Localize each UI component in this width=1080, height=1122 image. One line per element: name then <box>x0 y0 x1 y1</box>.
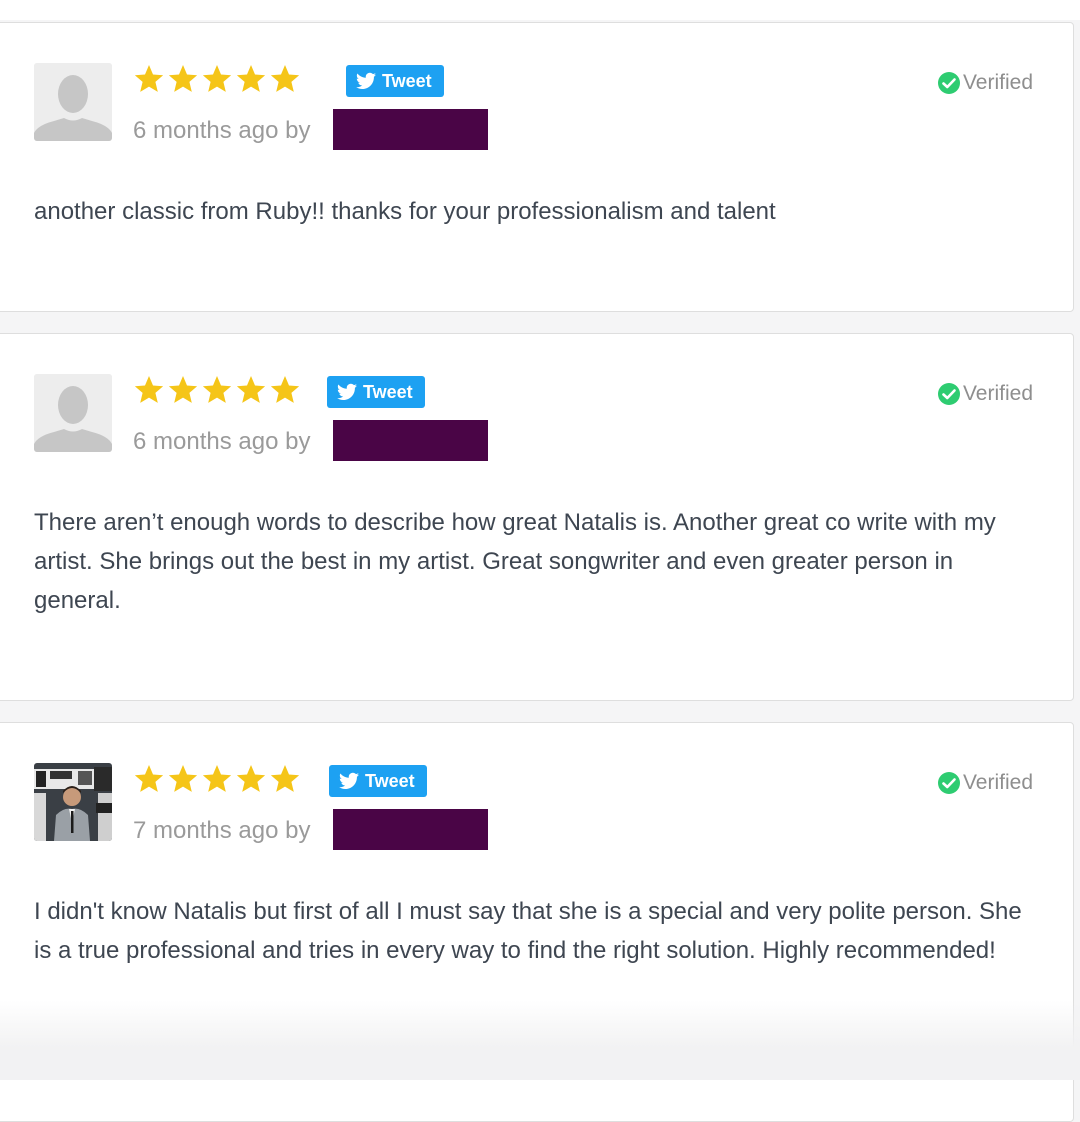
review-time: 7 months ago by <box>133 817 311 844</box>
star-icon <box>134 376 164 403</box>
redacted-reviewer-name <box>333 809 488 850</box>
star-icon <box>236 376 266 403</box>
review-text: There aren’t enough words to describe ho… <box>34 509 996 614</box>
tweet-label: Tweet <box>363 381 413 402</box>
star-icon <box>270 765 300 792</box>
verified-label: Verified <box>962 771 1033 794</box>
twitter-bird-icon <box>339 772 359 789</box>
star-icon <box>270 65 300 92</box>
star-rating <box>133 63 301 95</box>
redacted-reviewer-name <box>333 109 488 150</box>
star-icon <box>134 765 164 792</box>
star-icon <box>236 765 266 792</box>
review-card: Tweet Verified 6 months ago by another c… <box>0 22 1074 312</box>
twitter-bird-icon <box>356 72 376 89</box>
star-icon <box>202 765 232 792</box>
person-silhouette-icon <box>34 374 112 452</box>
verified-badge: Verified <box>937 382 1033 406</box>
user-photo-image <box>34 763 112 841</box>
star-icon <box>270 376 300 403</box>
star-rating <box>133 763 301 795</box>
review-time: 6 months ago by <box>133 117 311 144</box>
star-icon <box>202 376 232 403</box>
tweet-button[interactable]: Tweet <box>329 765 427 797</box>
check-circle-icon <box>937 72 960 94</box>
verified-label: Verified <box>962 71 1033 94</box>
review-time: 6 months ago by <box>133 428 311 455</box>
star-icon <box>168 765 198 792</box>
twitter-bird-icon <box>337 383 357 400</box>
review-card: Tweet Verified 7 months ago by I didn't … <box>0 722 1074 1122</box>
tweet-button[interactable]: Tweet <box>327 376 425 408</box>
verified-badge: Verified <box>937 771 1033 795</box>
tweet-label: Tweet <box>365 770 415 791</box>
verified-label: Verified <box>962 382 1033 405</box>
page-top-strip <box>0 0 1080 20</box>
review-card: Tweet Verified 6 months ago by There are… <box>0 333 1074 701</box>
redacted-reviewer-name <box>333 420 488 461</box>
star-icon <box>236 65 266 92</box>
verified-badge: Verified <box>937 71 1033 95</box>
star-icon <box>168 376 198 403</box>
user-photo-avatar <box>34 763 112 841</box>
tweet-button[interactable]: Tweet <box>346 65 444 97</box>
default-avatar <box>34 374 112 452</box>
review-text: another classic from Ruby!! thanks for y… <box>34 198 776 225</box>
star-icon <box>202 65 232 92</box>
person-silhouette-icon <box>34 63 112 141</box>
check-circle-icon <box>937 383 960 405</box>
star-icon <box>168 65 198 92</box>
default-avatar <box>34 63 112 141</box>
review-text: I didn't know Natalis but first of all I… <box>34 898 1022 964</box>
tweet-label: Tweet <box>382 70 432 91</box>
star-icon <box>134 65 164 92</box>
check-circle-icon <box>937 772 960 794</box>
star-rating <box>133 374 301 406</box>
